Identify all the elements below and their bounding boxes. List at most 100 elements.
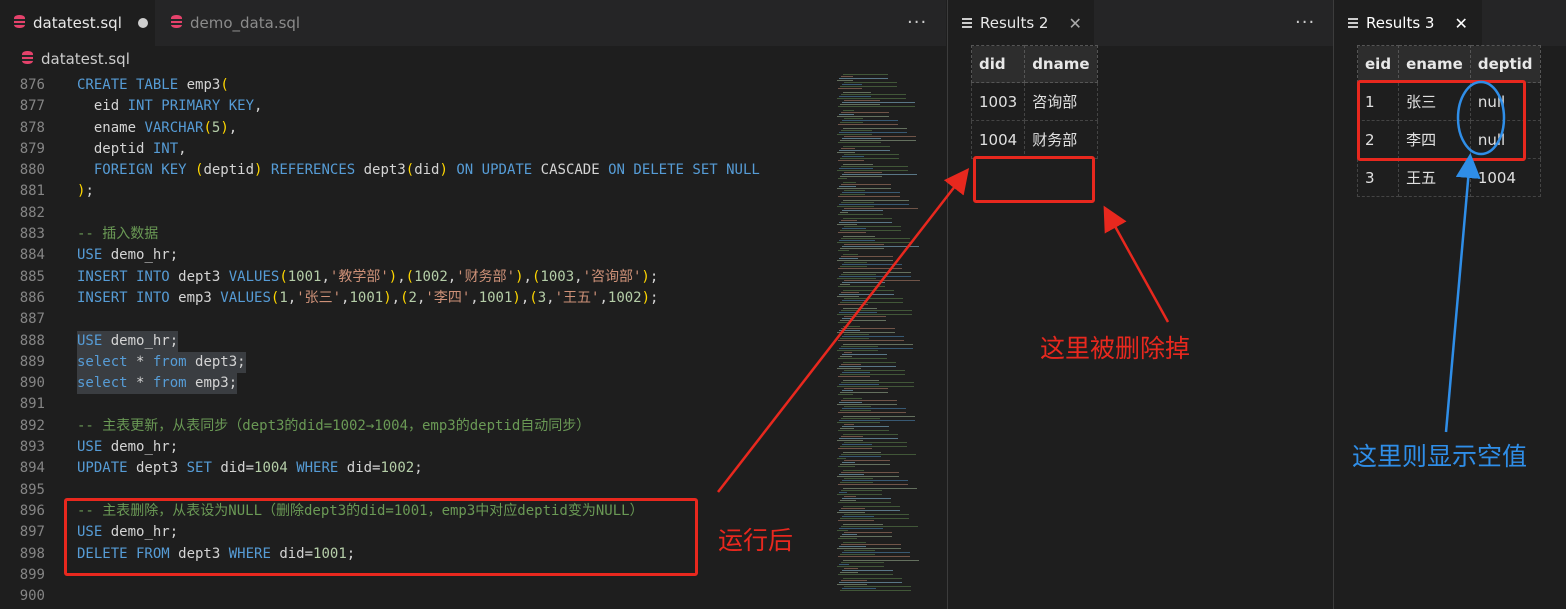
unsaved-dot-icon[interactable] bbox=[137, 18, 148, 28]
line-number: 891 bbox=[19, 396, 45, 413]
line-number: 890 bbox=[19, 375, 45, 392]
tab-label: Results 2 bbox=[980, 14, 1049, 32]
line-number: 883 bbox=[19, 226, 45, 243]
results-3-tab-bar: Results 3 ✕ bbox=[1334, 0, 1566, 46]
code-line[interactable]: 882 bbox=[0, 203, 830, 224]
code-text: deptid INT, bbox=[77, 140, 187, 157]
list-icon bbox=[1348, 14, 1358, 32]
tab-results-3[interactable]: Results 3 ✕ bbox=[1334, 0, 1482, 46]
line-number: 881 bbox=[19, 183, 45, 200]
code-line[interactable]: 894 UPDATE dept3 SET did=1004 WHERE did=1… bbox=[0, 458, 830, 479]
tab-label: datatest.sql bbox=[33, 14, 122, 32]
line-number: 900 bbox=[19, 588, 45, 605]
minimap[interactable] bbox=[836, 72, 928, 602]
column-header[interactable]: deptid bbox=[1469, 45, 1541, 83]
code-line[interactable]: 878 ename VARCHAR(5), bbox=[0, 118, 830, 139]
code-line[interactable]: 888 USE demo_hr; bbox=[0, 330, 830, 352]
line-number: 887 bbox=[19, 311, 45, 328]
close-icon[interactable]: ✕ bbox=[1068, 14, 1081, 33]
code-text: USE demo_hr; bbox=[77, 330, 179, 352]
line-number: 899 bbox=[19, 566, 45, 583]
code-line[interactable]: 884 USE demo_hr; bbox=[0, 245, 830, 266]
header-row: eid ename deptid bbox=[1356, 45, 1541, 83]
line-number: 878 bbox=[19, 119, 45, 136]
code-line[interactable]: 900 bbox=[0, 586, 830, 607]
database-icon bbox=[14, 14, 25, 32]
table-cell[interactable]: 1004 bbox=[970, 120, 1026, 159]
table-cell[interactable]: 1003 bbox=[970, 82, 1026, 121]
database-icon bbox=[0, 50, 41, 68]
database-icon bbox=[171, 14, 182, 32]
code-line[interactable]: 879 deptid INT, bbox=[0, 139, 830, 160]
line-number: 879 bbox=[19, 140, 45, 157]
code-text: select * from dept3; bbox=[77, 351, 246, 374]
line-number: 876 bbox=[19, 77, 45, 93]
column-header[interactable]: eid bbox=[1356, 45, 1400, 83]
results-2-table: did dname 1003 咨询部 1004 财务部 bbox=[970, 45, 1098, 159]
code-line[interactable]: 892 -- 主表更新，从表同步（dept3的did=1002→1004，emp3… bbox=[0, 416, 830, 437]
code-text: eid INT PRIMARY KEY, bbox=[77, 98, 263, 115]
code-text: USE demo_hr; bbox=[77, 247, 179, 264]
line-number: 894 bbox=[19, 460, 45, 477]
code-text: -- 插入数据 bbox=[77, 226, 159, 243]
deleted-row-highlight bbox=[973, 156, 1095, 203]
results-2-pane: Results 2 ✕ ··· did dname 1003 咨询部 1004 … bbox=[947, 0, 1333, 609]
code-text: INSERT INTO dept3 VALUES(1001,'教学部'),(10… bbox=[77, 268, 659, 285]
code-line[interactable]: 887 bbox=[0, 309, 830, 330]
annotation-after-run: 运行后 bbox=[718, 526, 794, 555]
annotation-deleted: 这里被删除掉 bbox=[1040, 334, 1191, 363]
tab-demo-data[interactable]: demo_data.sql bbox=[157, 0, 332, 46]
results-2-tab-bar: Results 2 ✕ ··· bbox=[948, 0, 1333, 46]
tab-datatest[interactable]: datatest.sql bbox=[0, 0, 155, 46]
close-icon[interactable]: ✕ bbox=[1454, 14, 1467, 33]
line-number: 895 bbox=[19, 481, 45, 498]
code-line[interactable]: 893 USE demo_hr; bbox=[0, 437, 830, 458]
annotation-null: 这里则显示空值 bbox=[1352, 442, 1528, 471]
line-number: 880 bbox=[19, 162, 45, 179]
code-line[interactable]: 880 FOREIGN KEY (deptid) REFERENCES dept… bbox=[0, 160, 830, 181]
code-line[interactable]: 885 INSERT INTO dept3 VALUES(1001,'教学部'),… bbox=[0, 267, 830, 288]
code-text: select * from emp3; bbox=[77, 373, 238, 395]
code-text: -- 主表更新，从表同步（dept3的did=1002→1004，emp3的de… bbox=[77, 417, 591, 434]
table-row[interactable]: 1004 财务部 bbox=[970, 120, 1098, 159]
table-row[interactable]: 3 王五 1004 bbox=[1356, 158, 1541, 197]
line-number: 885 bbox=[19, 268, 45, 285]
code-line[interactable]: 876 CREATE TABLE emp3( bbox=[0, 75, 830, 96]
more-actions-icon[interactable]: ··· bbox=[907, 12, 927, 33]
code-text: INSERT INTO emp3 VALUES(1,'张三',1001),(2,… bbox=[77, 289, 659, 306]
list-icon bbox=[962, 14, 972, 32]
line-number: 892 bbox=[19, 417, 45, 434]
line-number: 893 bbox=[19, 439, 45, 456]
table-cell[interactable]: 财务部 bbox=[1024, 120, 1098, 159]
code-text: ename VARCHAR(5), bbox=[77, 119, 238, 136]
code-line[interactable]: 890 select * from emp3; bbox=[0, 373, 830, 395]
tab-label: demo_data.sql bbox=[190, 14, 301, 32]
line-number: 886 bbox=[19, 289, 45, 306]
table-cell[interactable]: 咨询部 bbox=[1024, 82, 1098, 121]
code-line[interactable]: 877 eid INT PRIMARY KEY, bbox=[0, 96, 830, 117]
code-text: ); bbox=[77, 183, 94, 200]
table-row[interactable]: 1003 咨询部 bbox=[970, 82, 1098, 121]
code-text: UPDATE dept3 SET did=1004 WHERE did=1002… bbox=[77, 460, 423, 477]
line-number: 897 bbox=[19, 524, 45, 541]
column-header[interactable]: did bbox=[970, 45, 1026, 83]
code-line[interactable]: 886 INSERT INTO emp3 VALUES(1,'张三',1001),… bbox=[0, 288, 830, 309]
table-cell[interactable]: 1004 bbox=[1469, 158, 1541, 197]
code-line[interactable]: 891 bbox=[0, 394, 830, 415]
null-rows-highlight bbox=[1357, 80, 1526, 161]
code-line[interactable]: 883 -- 插入数据 bbox=[0, 224, 830, 245]
column-header[interactable]: ename bbox=[1398, 45, 1471, 83]
line-number: 898 bbox=[19, 545, 45, 562]
breadcrumb-file[interactable]: datatest.sql bbox=[41, 50, 130, 68]
code-line[interactable]: 889 select * from dept3; bbox=[0, 351, 830, 374]
line-number: 896 bbox=[19, 502, 45, 519]
more-actions-icon[interactable]: ··· bbox=[1295, 12, 1315, 33]
line-number: 882 bbox=[19, 204, 45, 221]
breadcrumb: datatest.sql bbox=[0, 46, 946, 72]
tab-results-2[interactable]: Results 2 ✕ bbox=[948, 0, 1094, 46]
code-line[interactable]: 881); bbox=[0, 181, 830, 202]
table-cell[interactable]: 王五 bbox=[1398, 158, 1471, 197]
line-number: 877 bbox=[19, 98, 45, 115]
table-cell[interactable]: 3 bbox=[1356, 158, 1400, 197]
column-header[interactable]: dname bbox=[1024, 45, 1098, 83]
